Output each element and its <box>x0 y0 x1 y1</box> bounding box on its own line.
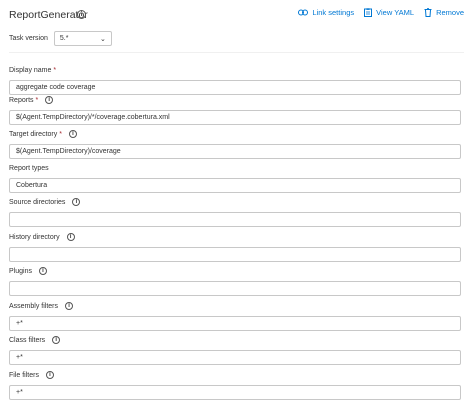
class-filters-label-row: Class filters i <box>9 335 461 345</box>
target-directory-label-row: Target directory * i <box>9 129 461 139</box>
view-yaml-label: View YAML <box>376 8 415 17</box>
reports-input[interactable]: $(Agent.TempDirectory)/*/coverage.cobert… <box>9 110 461 125</box>
display-name-label: Display name * <box>9 66 57 74</box>
display-name-input[interactable]: aggregate code coverage <box>9 80 461 95</box>
task-version-label: Task version <box>9 35 48 42</box>
source-directories-input[interactable] <box>9 212 461 227</box>
info-icon[interactable]: i <box>77 10 86 19</box>
report-types-field: Report types Cobertura <box>9 163 461 193</box>
source-directories-field: Source directories i <box>9 197 461 227</box>
divider <box>9 52 464 53</box>
report-types-input[interactable]: Cobertura <box>9 178 461 193</box>
plugins-input[interactable] <box>9 281 461 296</box>
report-types-label-row: Report types <box>9 163 461 173</box>
task-header: ReportGenerator i Link settings View YAM… <box>9 8 464 24</box>
task-version-value: 5.* <box>59 35 69 42</box>
trash-icon <box>424 8 432 17</box>
reports-label: Reports * <box>9 96 39 104</box>
task-title-text: ReportGenerator <box>9 9 88 21</box>
view-yaml-button[interactable]: View YAML <box>364 8 414 17</box>
source-directories-label: Source directories <box>9 198 66 206</box>
source-directories-label-row: Source directories i <box>9 197 461 207</box>
file-filters-label: File filters <box>9 371 39 379</box>
file-filters-field: File filters i +* <box>9 370 461 400</box>
assembly-filters-input[interactable]: +* <box>9 316 461 331</box>
history-directory-label: History directory <box>9 233 60 241</box>
required-marker: * <box>35 96 39 104</box>
required-marker: * <box>59 130 62 138</box>
info-icon[interactable]: i <box>65 302 74 310</box>
target-directory-label: Target directory * <box>9 130 62 138</box>
link-settings-button[interactable]: Link settings <box>298 8 354 17</box>
task-version-row: Task version 5.* ⌄ <box>9 31 112 46</box>
info-icon[interactable]: i <box>45 371 54 379</box>
task-version-dropdown[interactable]: 5.* ⌄ <box>53 31 112 46</box>
clipboard-icon <box>364 8 373 17</box>
file-filters-input[interactable]: +* <box>9 385 461 400</box>
history-directory-input[interactable] <box>9 247 461 262</box>
assembly-filters-field: Assembly filters i +* <box>9 301 461 331</box>
display-name-field: Display name * aggregate code coverage <box>9 65 461 95</box>
info-icon[interactable]: i <box>45 96 54 104</box>
class-filters-input[interactable]: +* <box>9 350 461 365</box>
info-icon[interactable]: i <box>66 233 75 241</box>
target-directory-field: Target directory * i $(Agent.TempDirector… <box>9 129 461 159</box>
class-filters-label: Class filters <box>9 336 46 344</box>
task-editor-panel: ReportGenerator i Link settings View YAM… <box>0 0 474 400</box>
reports-label-row: Reports * i <box>9 95 461 105</box>
plugins-field: Plugins i <box>9 266 461 296</box>
file-filters-label-row: File filters i <box>9 370 461 380</box>
header-actions: Link settings View YAML Remove <box>298 8 464 17</box>
info-icon[interactable]: i <box>38 267 47 275</box>
link-icon <box>298 9 309 16</box>
remove-label: Remove <box>436 8 464 17</box>
link-settings-label: Link settings <box>312 8 355 17</box>
plugins-label: Plugins <box>9 267 32 275</box>
info-icon[interactable]: i <box>72 198 81 206</box>
assembly-filters-label: Assembly filters <box>9 302 59 310</box>
task-title: ReportGenerator i <box>9 8 88 22</box>
history-directory-field: History directory i <box>9 232 461 262</box>
target-directory-input[interactable]: $(Agent.TempDirectory)/coverage <box>9 144 461 159</box>
assembly-filters-label-row: Assembly filters i <box>9 301 461 311</box>
remove-button[interactable]: Remove <box>424 8 464 17</box>
info-icon[interactable]: i <box>68 130 77 138</box>
chevron-down-icon: ⌄ <box>100 35 106 43</box>
info-icon[interactable]: i <box>52 336 61 344</box>
report-types-label: Report types <box>9 164 49 172</box>
plugins-label-row: Plugins i <box>9 266 461 276</box>
history-directory-label-row: History directory i <box>9 232 461 242</box>
reports-field: Reports * i $(Agent.TempDirectory)/*/cove… <box>9 95 461 125</box>
class-filters-field: Class filters i +* <box>9 335 461 365</box>
display-name-label-row: Display name * <box>9 65 461 75</box>
required-marker: * <box>53 66 57 74</box>
